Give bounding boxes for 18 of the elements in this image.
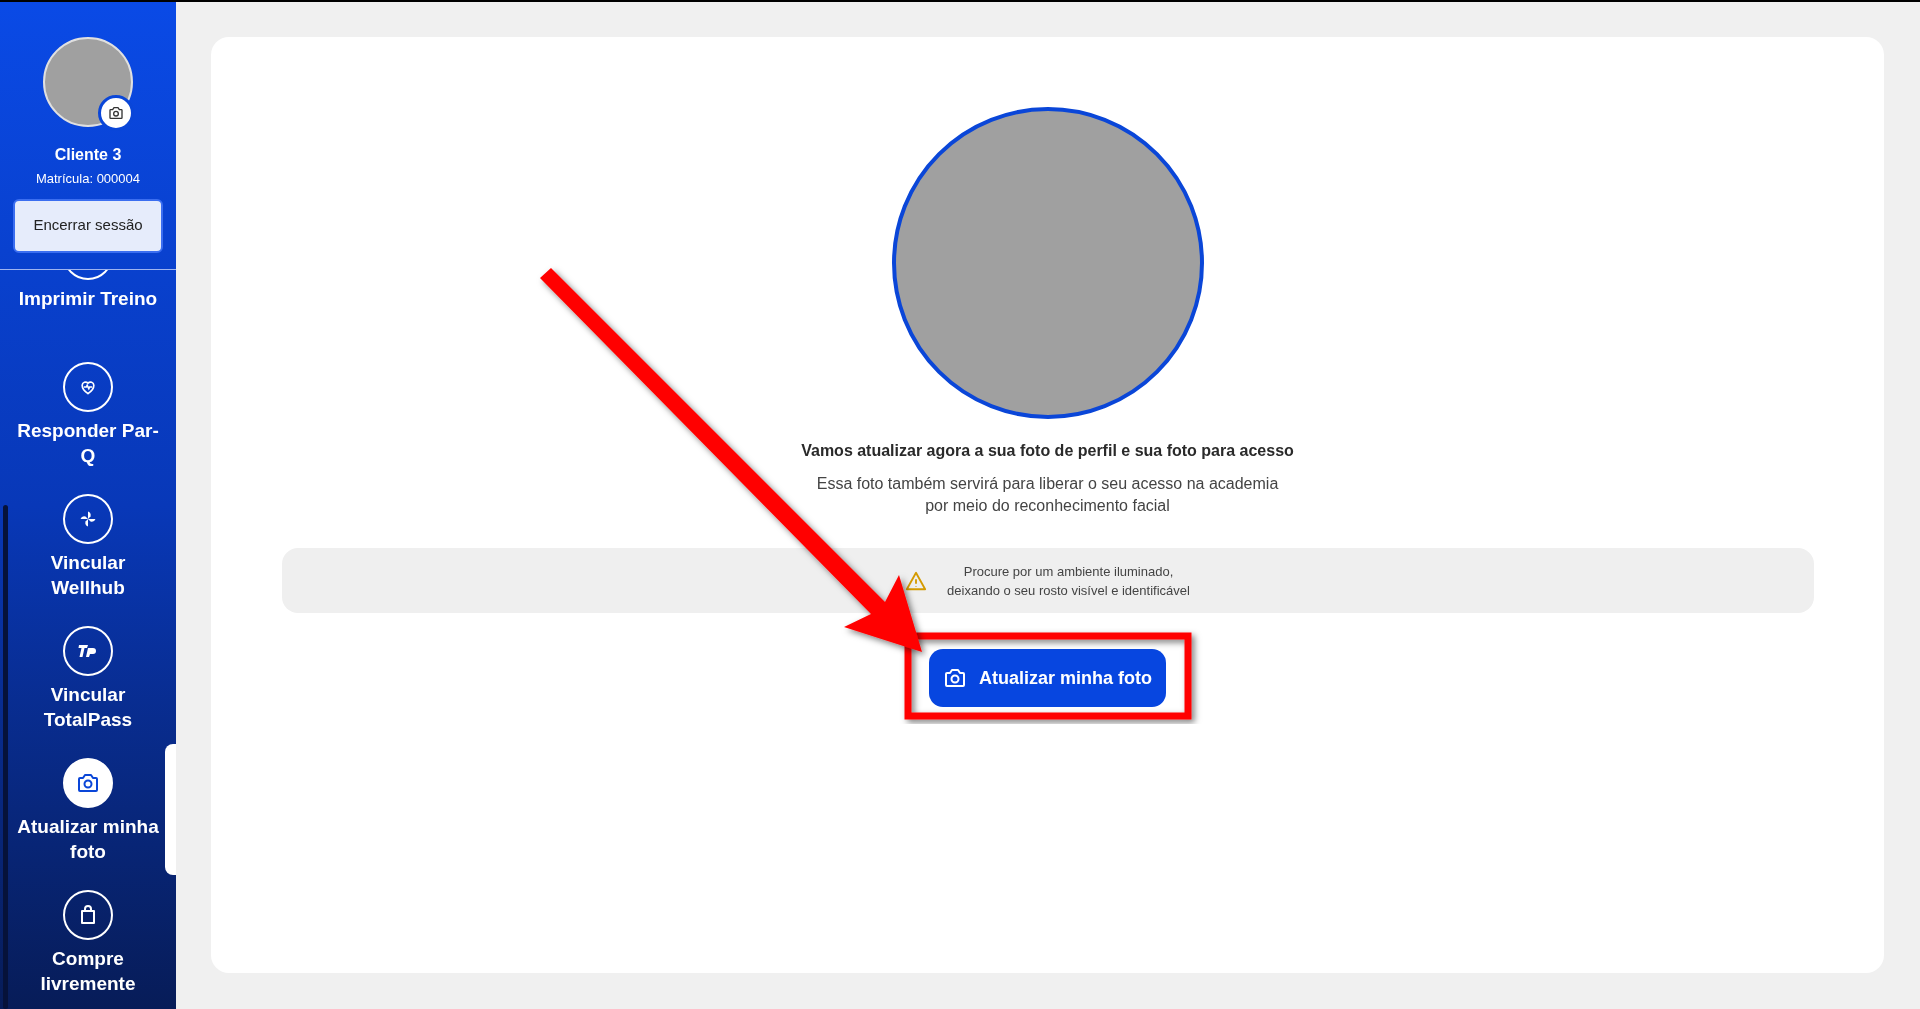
change-photo-badge[interactable] bbox=[98, 95, 134, 131]
menu-item[interactable]: Imprimir Treino bbox=[0, 269, 176, 348]
scrollbar-thumb[interactable] bbox=[3, 504, 8, 1009]
registration-number: Matrícula: 000004 bbox=[35, 170, 141, 188]
update-photo-button[interactable]: Atualizar minha foto bbox=[929, 649, 1166, 707]
menu-item[interactable]: Compre livremente bbox=[0, 875, 176, 1008]
camera-icon bbox=[943, 666, 967, 690]
camera-icon bbox=[108, 105, 124, 121]
menu-item[interactable]: Vincular Wellhub bbox=[0, 479, 176, 612]
user-name: Cliente 3 bbox=[54, 145, 122, 165]
menu-item[interactable]: Atualizar minha foto bbox=[0, 743, 176, 876]
tip-text: Procure por um ambiente iluminado, deixando o seu rosto visível e identificável bbox=[947, 562, 1190, 600]
instruction-text: Essa foto também servirá para liberar o seu acesso na academia por meio do reconhecimento facial bbox=[816, 474, 1279, 516]
instruction-title: Vamos atualizar agora a sua foto de perfil e sua foto para acesso bbox=[801, 441, 1294, 461]
menu-item[interactable]: Vincular TotalPass bbox=[0, 611, 176, 744]
menu-item[interactable]: Responder Par-Q bbox=[0, 347, 176, 480]
warning-icon bbox=[905, 569, 928, 592]
logout-button[interactable]: Encerrar sessão bbox=[13, 198, 163, 253]
